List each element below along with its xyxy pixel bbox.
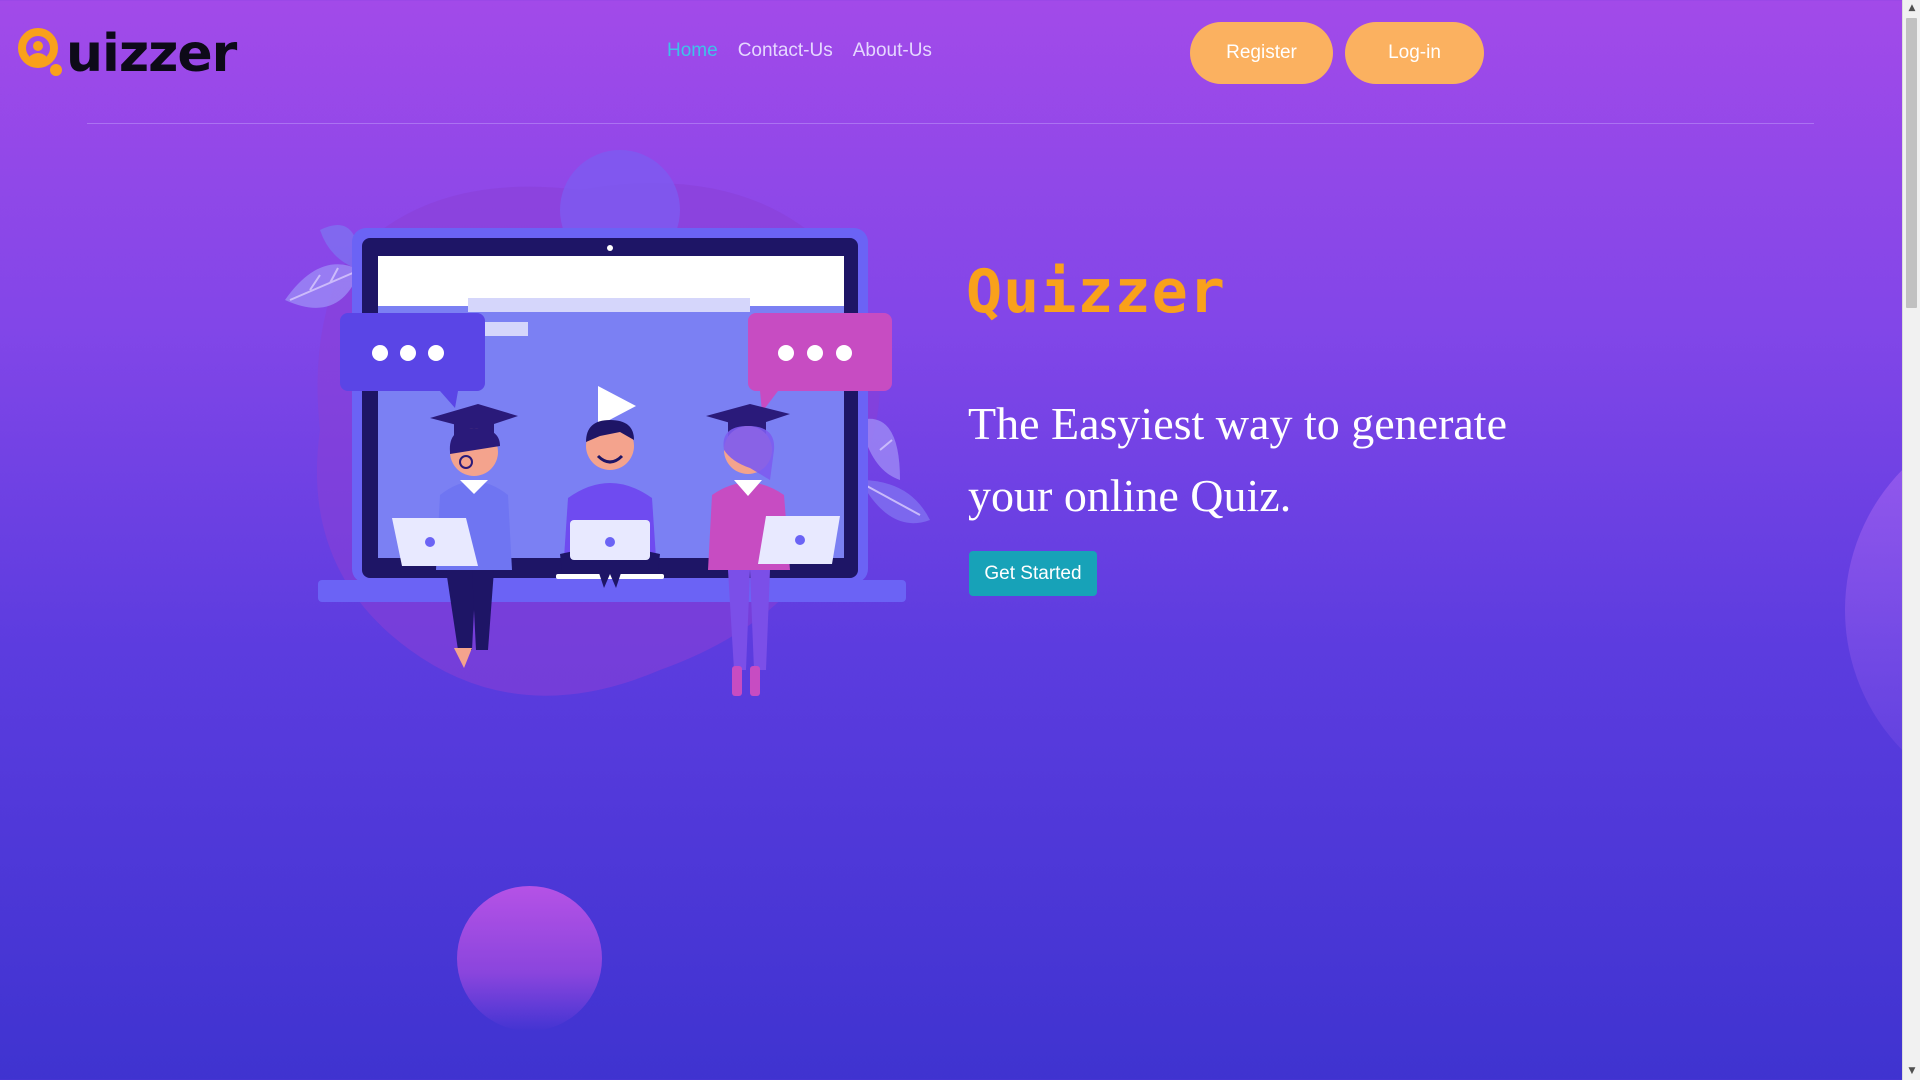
- hero-title: Quizzer: [966, 257, 1226, 327]
- scroll-down-arrow-icon[interactable]: ▼: [1903, 1063, 1920, 1080]
- leaf-right: [860, 418, 930, 524]
- decorative-circle-bottom: [457, 886, 602, 1031]
- nav-about-link[interactable]: About-Us: [853, 40, 932, 62]
- get-started-button[interactable]: Get Started: [969, 551, 1097, 596]
- login-button[interactable]: Log-in: [1345, 22, 1484, 84]
- nav-contact-link[interactable]: Contact-Us: [738, 40, 833, 62]
- main-nav: Home Contact-Us About-Us: [667, 40, 932, 62]
- header-divider: [87, 123, 1814, 124]
- laptop-base: [318, 580, 906, 602]
- scroll-up-arrow-icon[interactable]: ▲: [1903, 0, 1920, 17]
- hero-tagline: The Easyiest way to generate your online…: [968, 398, 1507, 521]
- logo[interactable]: uizzer: [18, 24, 237, 84]
- logo-q-icon: [18, 28, 62, 76]
- nav-home-link[interactable]: Home: [667, 40, 718, 62]
- page: uizzer Home Contact-Us About-Us Register…: [0, 0, 1902, 1080]
- decorative-circle-right: [1845, 410, 1902, 810]
- hero-illustration: [285, 150, 930, 696]
- scrollbar-thumb[interactable]: [1906, 18, 1917, 308]
- logo-text: uizzer: [66, 24, 237, 84]
- register-button[interactable]: Register: [1190, 22, 1333, 84]
- camera-dot: [607, 245, 613, 251]
- vertical-scrollbar[interactable]: ▲ ▼: [1902, 0, 1920, 1080]
